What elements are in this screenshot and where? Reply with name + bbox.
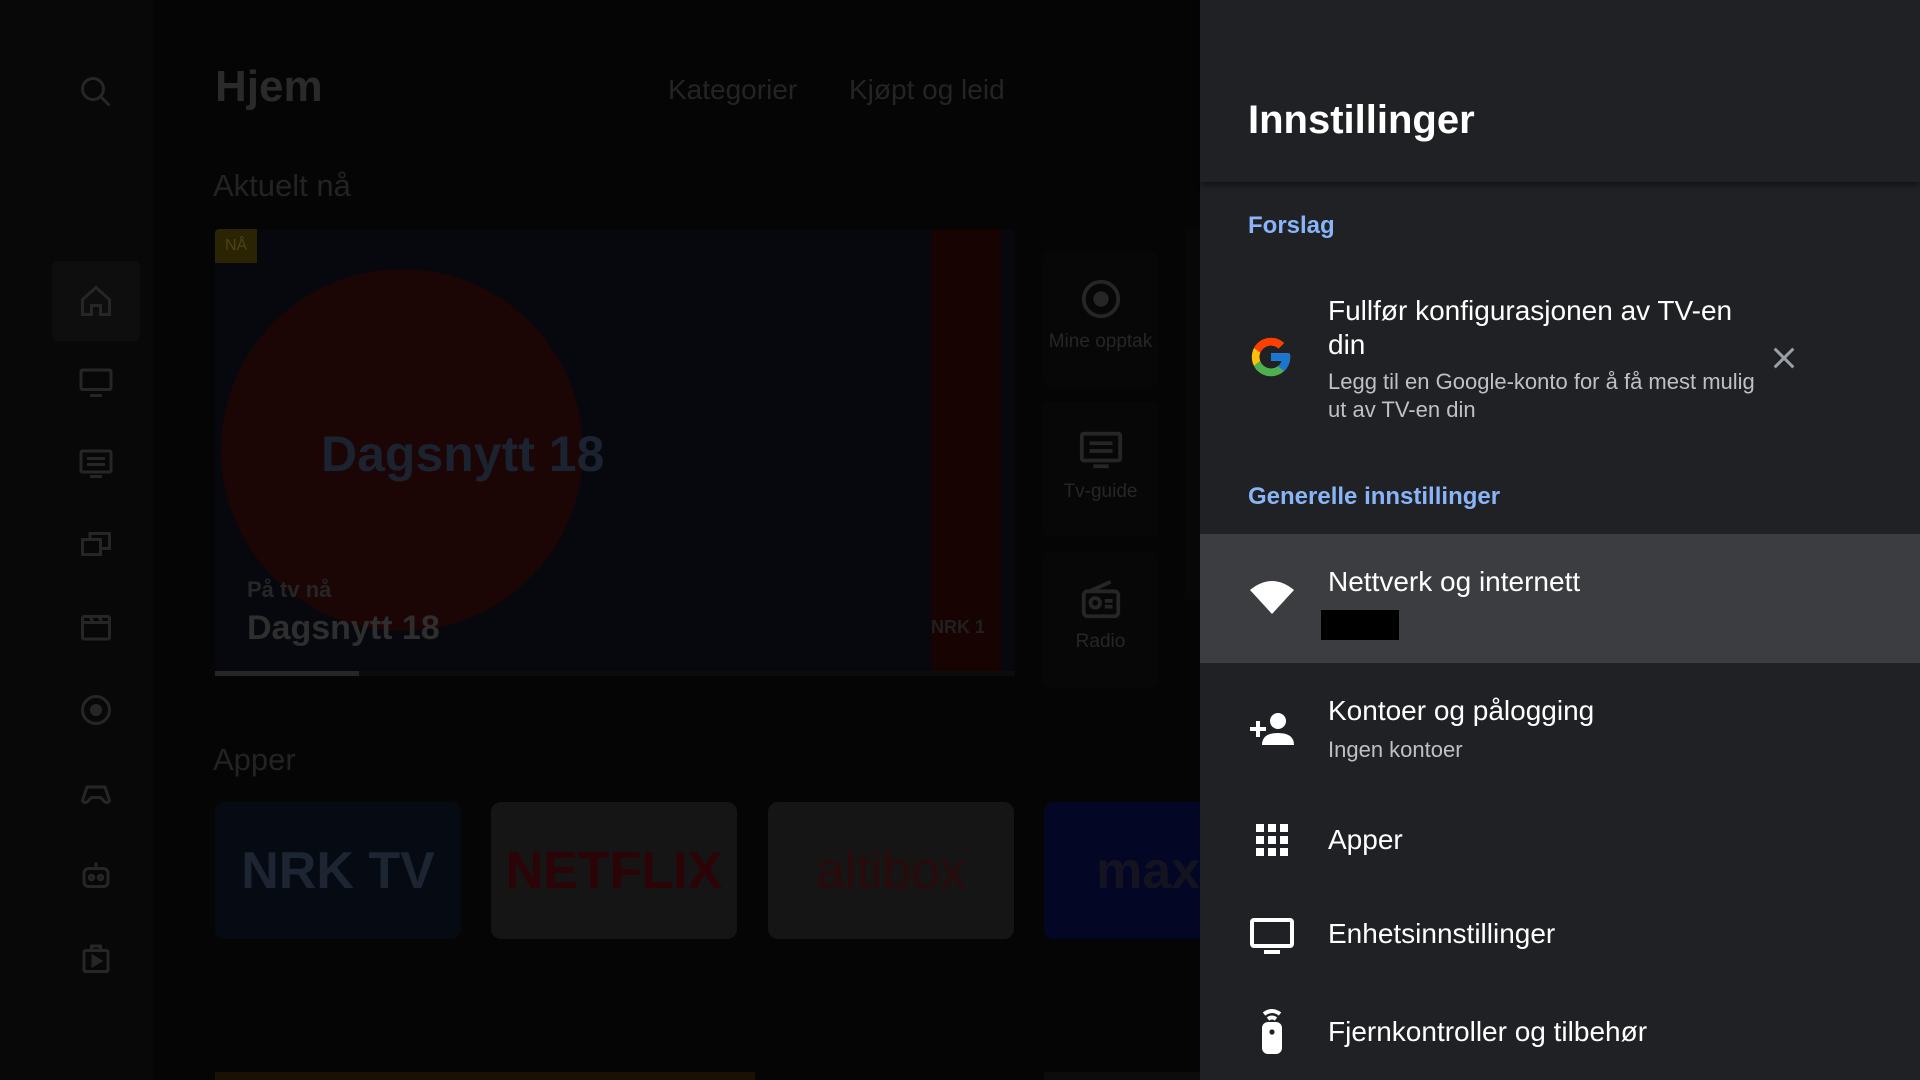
settings-panel: Innstillinger Forslag Fullfør konfiguras…	[1200, 0, 1920, 1080]
tv-icon[interactable]	[76, 362, 116, 402]
tv-guide-icon	[1079, 431, 1122, 469]
tile-label: Mine opptak	[1048, 331, 1153, 352]
tab-kjopt-og-leid[interactable]: Kjøpt og leid	[849, 74, 1005, 106]
monitor-icon	[1248, 912, 1296, 960]
tile-label: Tv-guide	[1063, 481, 1138, 502]
settings-item-accounts[interactable]: Kontoer og pålogging Ingen kontoer	[1200, 663, 1920, 792]
settings-item-title: Enhetsinnstillinger	[1328, 918, 1556, 949]
app-tile-netflix[interactable]: NETFLIX	[491, 802, 737, 939]
section-label-general: Generelle innstillinger	[1248, 483, 1501, 510]
hero-overlay-title: Dagsnytt 18	[321, 426, 605, 482]
app-tile-max[interactable]: max	[1044, 802, 1200, 939]
apps-grid-icon	[1248, 816, 1296, 864]
settings-item-subtitle: Ingen kontoer	[1328, 737, 1463, 762]
tile-label: Radio	[1075, 631, 1126, 652]
settings-item-title: Kontoer og pålogging	[1328, 695, 1595, 726]
guide-icon[interactable]	[76, 443, 116, 483]
settings-item-title: Apper	[1328, 824, 1403, 855]
next-tile-edge	[1185, 229, 1200, 599]
settings-item-apps[interactable]: Apper	[1200, 792, 1920, 888]
section-label-suggestions: Forslag	[1248, 212, 1335, 239]
hero-card[interactable]: NÅ Dagsnytt 18 På tv nå Dagsnytt 18 NRK …	[215, 229, 1015, 671]
play-store-icon[interactable]	[76, 938, 116, 978]
tile-tv-guide[interactable]: Tv-guide	[1043, 402, 1158, 537]
close-icon[interactable]	[1768, 342, 1800, 374]
gamepad-icon[interactable]	[76, 773, 116, 813]
suggestion-card[interactable]: Fullfør konfigurasjonen av TV-en din Leg…	[1200, 278, 1920, 438]
search-icon[interactable]	[76, 72, 116, 112]
settings-item-title: Fjernkontroller og tilbehør	[1328, 1016, 1648, 1047]
add-account-icon	[1248, 705, 1296, 753]
app-tile-nrk-tv[interactable]: NRK TV	[215, 802, 461, 939]
app-tile-altibox[interactable]: altibox	[768, 802, 1014, 939]
hero-progress-fill	[215, 671, 359, 676]
on-tv-label: På tv nå	[247, 577, 332, 602]
settings-header: Innstillinger	[1200, 0, 1920, 182]
redacted-network-name	[1321, 610, 1399, 640]
settings-item-remote[interactable]: Fjernkontroller og tilbehør	[1200, 984, 1920, 1080]
settings-item-title: Nettverk og internett	[1328, 566, 1581, 597]
record-icon	[1081, 279, 1120, 319]
settings-item-device[interactable]: Enhetsinnstillinger	[1200, 888, 1920, 984]
home-icon[interactable]	[76, 281, 116, 321]
hero-progress-bar	[215, 671, 1015, 676]
home-screen: Hjem Kategorier Kjøpt og leid Aktuelt nå…	[0, 0, 1200, 1080]
wifi-icon	[1248, 574, 1296, 622]
hero-side-bar	[931, 229, 1001, 671]
robot-icon[interactable]	[76, 856, 116, 896]
tile-mine-opptak[interactable]: Mine opptak	[1043, 252, 1158, 387]
tile-radio[interactable]: Radio	[1043, 552, 1158, 687]
suggestion-subtitle: Legg til en Google-konto for å få mest m…	[1328, 369, 1755, 422]
page-title: Hjem	[215, 62, 323, 111]
record-icon[interactable]	[76, 690, 116, 730]
live-badge: NÅ	[215, 229, 258, 263]
settings-title: Innstillinger	[1248, 98, 1475, 142]
row-preview	[1044, 1072, 1200, 1080]
suggestion-title: Fullfør konfigurasjonen av TV-en din	[1328, 295, 1733, 360]
settings-item-network[interactable]: Nettverk og internett	[1200, 534, 1920, 663]
channel-logo: NRK 1	[930, 617, 985, 637]
google-icon	[1251, 337, 1291, 377]
section-title-now: Aktuelt nå	[213, 168, 351, 203]
multiview-icon[interactable]	[76, 524, 116, 564]
remote-icon	[1248, 1006, 1296, 1054]
radio-icon	[1081, 580, 1120, 619]
movie-icon[interactable]	[76, 607, 116, 647]
program-title: Dagsnytt 18	[247, 609, 440, 647]
section-title-apps: Apper	[213, 742, 296, 777]
row-preview	[215, 1072, 755, 1080]
tab-kategorier[interactable]: Kategorier	[668, 74, 797, 106]
nav-rail	[0, 0, 153, 1080]
